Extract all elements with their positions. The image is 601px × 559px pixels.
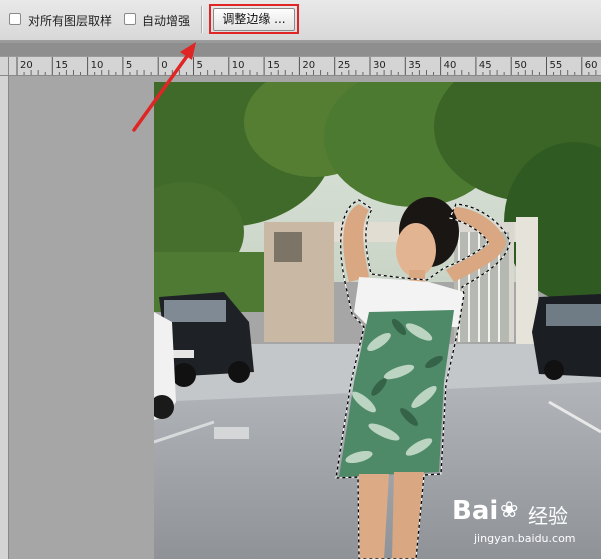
refine-edge-button[interactable]: 调整边缘 ...	[213, 8, 295, 31]
ruler-tick-label: 50	[514, 60, 527, 71]
ruler-origin-corner[interactable]	[0, 57, 9, 76]
watermark-brand: Bai	[452, 496, 499, 526]
ruler-tick-label: 25	[338, 60, 351, 71]
vertical-ruler[interactable]	[0, 76, 9, 559]
ruler-tick-label: 20	[20, 60, 33, 71]
ruler-tick-label: 10	[91, 60, 104, 71]
sample-all-layers-label: 对所有图层取样	[28, 14, 113, 28]
ruler-tick-label: 10	[232, 60, 245, 71]
annotation-arrow-icon	[132, 42, 196, 132]
watermark-suffix: 经验	[528, 504, 568, 528]
street-photo-illustration	[154, 82, 601, 559]
ruler-tick-label: 15	[267, 60, 280, 71]
paw-icon: ❀	[500, 498, 519, 523]
auto-enhance-label: 自动增强	[142, 14, 191, 28]
options-bar: 对所有图层取样 自动增强 调整边缘 ...	[0, 0, 601, 41]
ruler-tick-label: 60	[585, 60, 598, 71]
horizontal-ruler[interactable]: 20 15 10 5 0 5 10 15 20 25 30 35 40 45 50 55 60	[9, 57, 601, 76]
document-photo[interactable]: Bai ❀ 经验 jingyan.baidu.com	[154, 82, 601, 559]
ruler-tick-label: 35	[408, 60, 421, 71]
watermark-url: jingyan.baidu.com	[474, 532, 576, 545]
ruler-tick-label: 30	[373, 60, 386, 71]
baidu-watermark: Bai ❀ 经验 jingyan.baidu.com	[452, 496, 601, 556]
ruler-ticks: 20 15 10 5 0 5 10 15 20 25 30 35 40 45 50 55 60	[16, 57, 598, 75]
sample-all-layers-checkbox[interactable]	[9, 13, 21, 25]
ruler-tick-label: 45	[479, 60, 492, 71]
ruler-tick-label: 20	[302, 60, 315, 71]
auto-enhance-checkbox[interactable]	[124, 13, 136, 25]
ruler-tick-label: 40	[444, 60, 457, 71]
ruler-tick-label: 15	[55, 60, 68, 71]
document-tab-bar	[0, 43, 601, 56]
ruler-tick-label: 55	[550, 60, 563, 71]
toolbar-separator	[201, 6, 202, 33]
